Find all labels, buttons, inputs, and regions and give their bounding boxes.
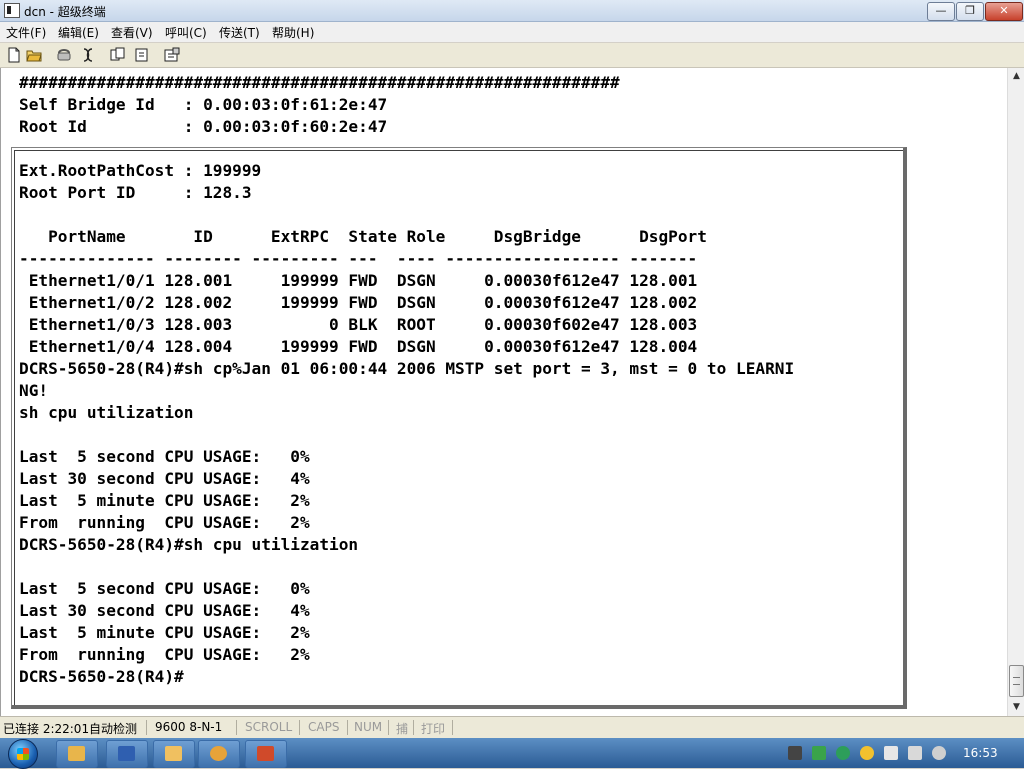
window-title: dcn - 超级终端	[24, 5, 106, 19]
menu-call[interactable]: 呼叫(C)	[165, 24, 207, 41]
terminal-line: DCRS-5650-28(R4)#sh cpu utilization	[19, 535, 359, 554]
terminal-line: sh cpu utilization	[19, 403, 194, 422]
terminal-app-icon	[4, 3, 20, 18]
maximize-button[interactable]: ❐	[956, 2, 984, 21]
new-icon[interactable]	[6, 47, 22, 63]
terminal-line: Ethernet1/0/4 128.004 199999 FWD DSGN 0.…	[19, 337, 698, 356]
terminal-line: Root Port ID : 128.3	[19, 183, 252, 202]
print-indicator: 打印	[421, 722, 446, 736]
capture-indicator: 捕	[396, 722, 409, 736]
terminal-line: Last 5 minute CPU USAGE: 2%	[19, 491, 310, 510]
menu-view[interactable]: 查看(V)	[111, 24, 153, 41]
terminal-line: -------------- -------- --------- --- --…	[19, 249, 698, 268]
security-icon[interactable]	[836, 746, 850, 760]
terminal-line: DCRS-5650-28(R4)#sh cp%Jan 01 06:00:44 2…	[19, 359, 795, 378]
send-icon[interactable]	[110, 47, 126, 63]
caps-indicator: CAPS	[308, 720, 340, 734]
terminal-line: Last 30 second CPU USAGE: 4%	[19, 601, 310, 620]
terminal-line: DCRS-5650-28(R4)#	[19, 667, 184, 686]
terminal-line: ########################################…	[19, 73, 620, 92]
powerpoint-icon[interactable]	[245, 740, 287, 768]
word-icon[interactable]	[106, 740, 148, 768]
detect-status: 自动检测	[89, 722, 138, 736]
terminal-line: From running CPU USAGE: 2%	[19, 513, 310, 532]
start-button[interactable]	[8, 739, 38, 769]
phone-icon[interactable]	[56, 47, 72, 63]
paint-icon[interactable]	[198, 740, 240, 768]
connection-status: 已连接 2:22:01	[3, 722, 90, 736]
terminal-line: NG!	[19, 381, 49, 400]
scroll-down-arrow[interactable]: ▼	[1008, 699, 1024, 716]
minimize-button[interactable]: —	[927, 2, 955, 21]
open-icon[interactable]	[26, 47, 42, 63]
network-icon[interactable]	[788, 746, 802, 760]
scroll-indicator: SCROLL	[245, 720, 293, 734]
terminal-line: PortName ID ExtRPC State Role DsgBridge …	[19, 227, 707, 246]
power-icon[interactable]	[908, 746, 922, 760]
terminal-line: Self Bridge Id : 0.00:03:0f:61:2e:47	[19, 95, 388, 114]
menu-edit[interactable]: 编辑(E)	[58, 24, 99, 41]
terminal-line: Ethernet1/0/1 128.001 199999 FWD DSGN 0.…	[19, 271, 698, 290]
clock: 16:53	[963, 746, 998, 760]
usb-icon[interactable]	[884, 746, 898, 760]
terminal-line: From running CPU USAGE: 2%	[19, 645, 310, 664]
receive-icon[interactable]	[134, 47, 150, 63]
scroll-thumb[interactable]	[1009, 665, 1024, 697]
menu-bar: 文件(F) 编辑(E) 查看(V) 呼叫(C) 传送(T) 帮助(H)	[0, 22, 1024, 42]
scroll-up-arrow[interactable]: ▲	[1008, 68, 1024, 85]
toolbar	[0, 43, 1024, 68]
terminal-line: Ethernet1/0/3 128.003 0 BLK ROOT 0.00030…	[19, 315, 698, 334]
volume-icon[interactable]	[932, 746, 946, 760]
terminal-line: Ethernet1/0/2 128.002 199999 FWD DSGN 0.…	[19, 293, 698, 312]
menu-transfer[interactable]: 传送(T)	[219, 24, 260, 41]
terminal-line: Ext.RootPathCost : 199999	[19, 161, 262, 180]
close-button[interactable]: ✕	[985, 2, 1023, 21]
terminal-line: Last 5 second CPU USAGE: 0%	[19, 579, 310, 598]
disconnect-icon[interactable]	[80, 47, 96, 63]
menu-file[interactable]: 文件(F)	[6, 24, 46, 41]
port-settings: 9600 8-N-1	[155, 720, 223, 734]
library-icon[interactable]	[153, 740, 195, 768]
vertical-scrollbar[interactable]: ▲ ▼	[1007, 68, 1024, 716]
num-indicator: NUM	[354, 720, 383, 734]
title-bar: dcn - 超级终端 — ❐ ✕	[0, 0, 1024, 22]
battery-icon[interactable]	[812, 746, 826, 760]
terminal-line: Last 5 second CPU USAGE: 0%	[19, 447, 310, 466]
taskbar: 16:53	[0, 738, 1024, 769]
antivirus-icon[interactable]	[860, 746, 874, 760]
terminal-line: Last 5 minute CPU USAGE: 2%	[19, 623, 310, 642]
menu-help[interactable]: 帮助(H)	[272, 24, 314, 41]
status-bar: 已连接 2:22:01 自动检测 9600 8-N-1 SCROLL CAPS …	[0, 716, 1024, 739]
terminal-line: Last 30 second CPU USAGE: 4%	[19, 469, 310, 488]
terminal-screen[interactable]: ########################################…	[0, 68, 1008, 716]
terminal-line: Root Id : 0.00:03:0f:60:2e:47	[19, 117, 388, 136]
explorer-icon[interactable]	[56, 740, 98, 768]
terminal-output: ########################################…	[19, 72, 794, 688]
properties-icon[interactable]	[164, 47, 180, 63]
